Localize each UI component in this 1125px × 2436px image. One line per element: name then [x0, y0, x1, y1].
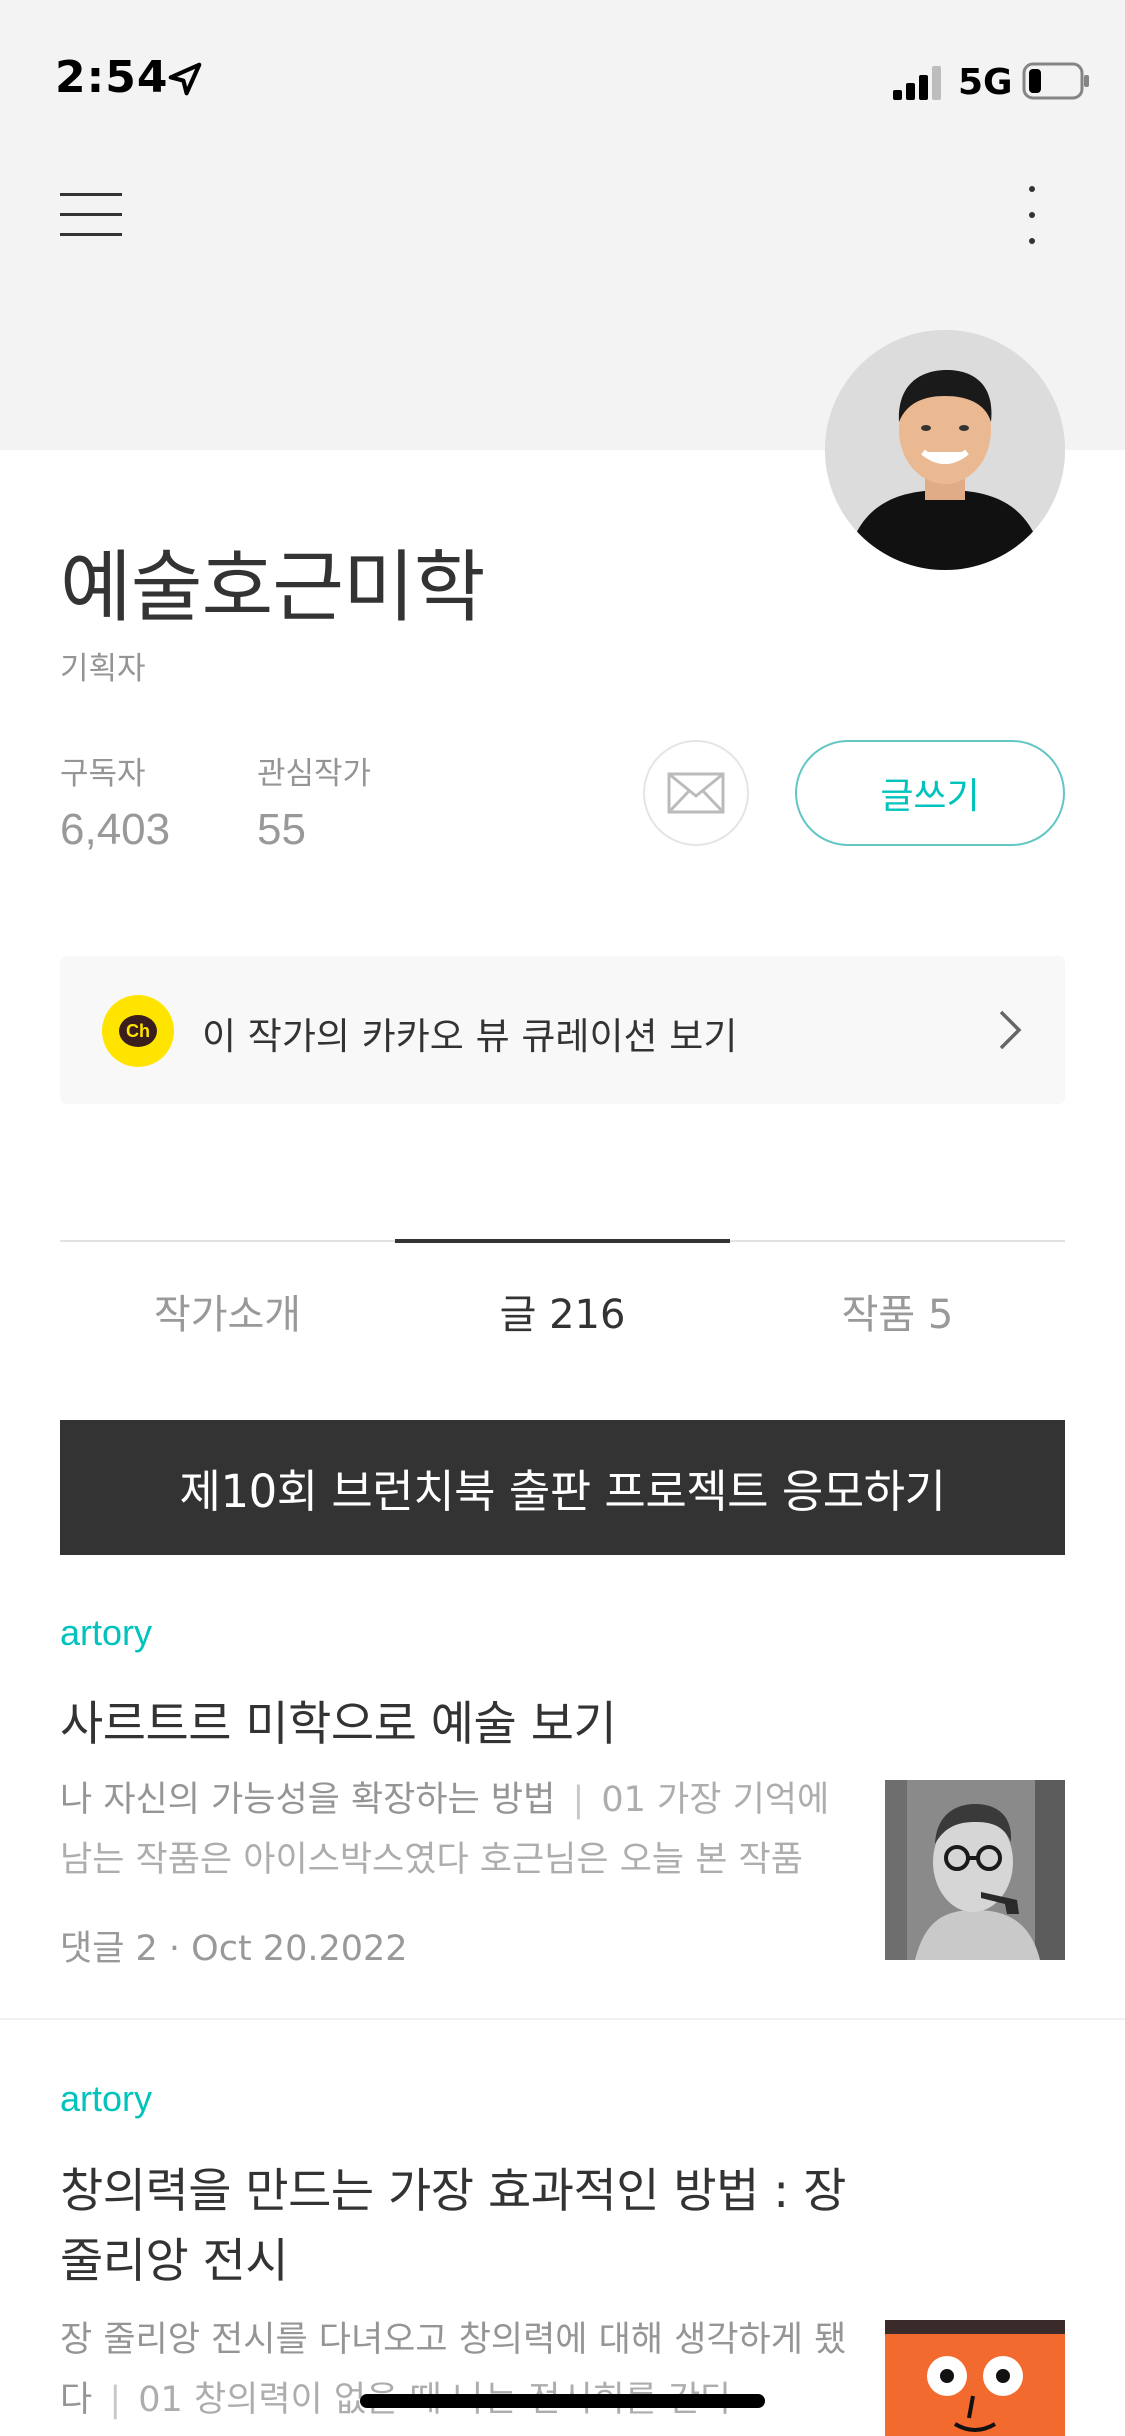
article-magazine-link[interactable]: artory [60, 1612, 152, 1654]
curation-label: 이 작가의 카카오 뷰 큐레이션 보기 [202, 1015, 738, 1058]
home-indicator[interactable] [360, 2394, 765, 2408]
location-arrow-icon [168, 62, 202, 96]
article-summary: 나 자신의 가능성을 확장하는 방법 | 01 가장 기억에 남는 작품은 아이… [60, 1770, 850, 1890]
article-thumbnail[interactable] [885, 2320, 1065, 2436]
author-role: 기획자 [60, 651, 146, 687]
jean-jullien-artwork [885, 2320, 1065, 2436]
article-meta: 댓글 2 · Oct 20.2022 [60, 1929, 408, 1969]
envelope-icon [667, 772, 725, 814]
article-thumbnail[interactable] [885, 1780, 1065, 1960]
summary-lead: 나 자신의 가능성을 확장하는 방법 [60, 1780, 556, 1820]
following-label: 관심작가 [257, 756, 372, 792]
article-magazine-link[interactable]: artory [60, 2078, 152, 2120]
summary-separator: | [572, 1780, 585, 1820]
author-avatar[interactable] [825, 330, 1065, 570]
tab-author-intro[interactable]: 작가소개 [60, 1242, 395, 1350]
subscriber-count: 6,403 [60, 805, 171, 854]
subscriber-stat[interactable]: 구독자 6,403 [60, 748, 170, 855]
author-name: 예술호근미학 [60, 543, 486, 633]
status-time: 2:54 [55, 52, 169, 103]
brunchbook-project-banner[interactable]: 제10회 브런치북 출판 프로젝트 응모하기 [60, 1420, 1065, 1555]
write-button[interactable]: 글쓰기 [795, 740, 1065, 846]
subscriber-label: 구독자 [60, 756, 146, 792]
tab-works[interactable]: 작품 5 [730, 1242, 1065, 1350]
article-title[interactable]: 사르트르 미학으로 예술 보기 [60, 1690, 860, 1760]
cellular-signal-icon [893, 66, 941, 100]
following-count: 55 [257, 805, 306, 854]
sartre-photo [885, 1780, 1065, 1960]
article-divider [0, 2018, 1125, 2020]
following-stat[interactable]: 관심작가 55 [257, 748, 371, 855]
tab-posts[interactable]: 글 216 [395, 1239, 730, 1350]
profile-tabs: 작가소개 글 216 작품 5 [60, 1239, 1065, 1350]
message-button[interactable] [643, 740, 749, 846]
network-type: 5G [958, 62, 1013, 103]
kakao-view-curation-link[interactable]: Ch 이 작가의 카카오 뷰 큐레이션 보기 [60, 956, 1065, 1104]
chevron-right-icon [999, 1010, 1022, 1050]
more-options-icon[interactable] [1012, 180, 1052, 250]
author-photo [825, 330, 1065, 570]
article-summary: 장 줄리앙 전시를 다녀오고 창의력에 대해 생각하게 됐다 | 01 창의력이… [60, 2310, 850, 2430]
article-title[interactable]: 창의력을 만드는 가장 효과적인 방법 : 장 줄리앙 전시 [60, 2157, 860, 2297]
hamburger-menu-icon[interactable] [55, 185, 130, 245]
channel-badge: Ch [119, 1015, 157, 1047]
kakao-channel-icon: Ch [102, 995, 174, 1067]
summary-separator: | [109, 2380, 122, 2420]
battery-icon [1022, 62, 1089, 100]
